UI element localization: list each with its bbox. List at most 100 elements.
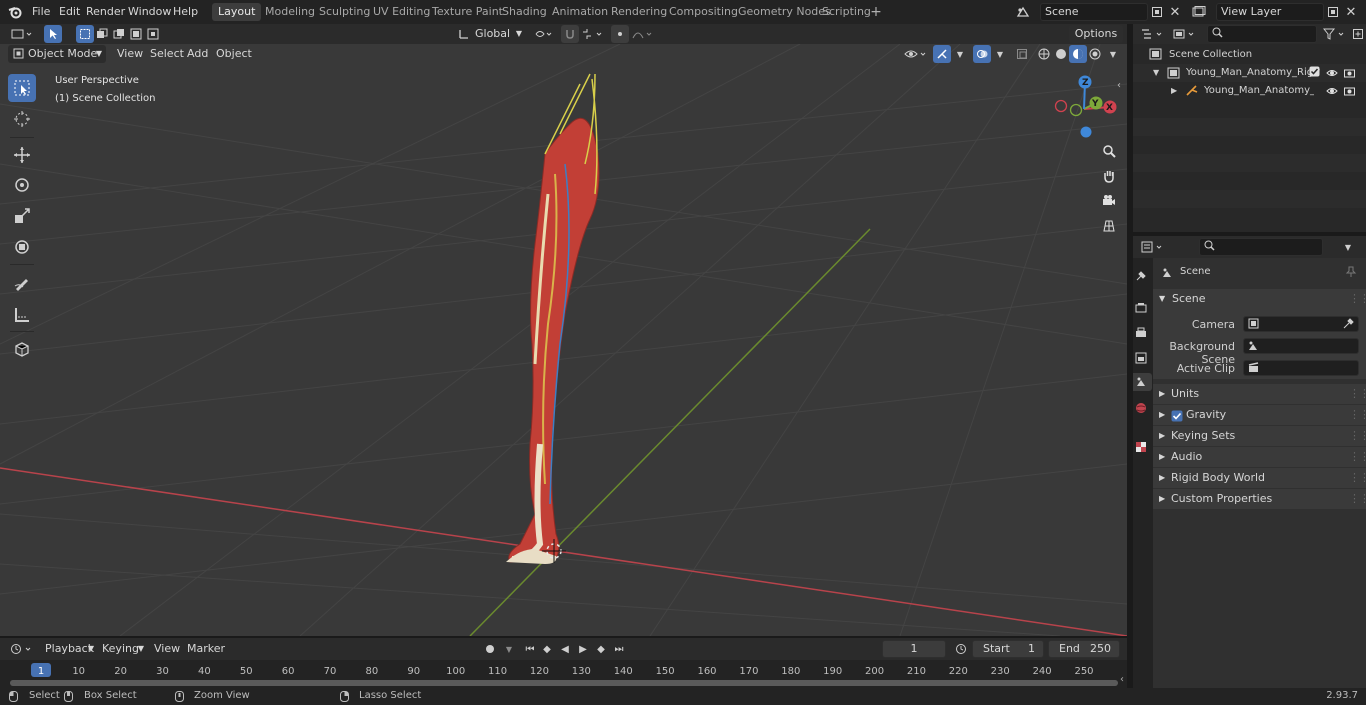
tool-select-box[interactable]	[8, 74, 36, 102]
timeline-menu-marker[interactable]: Marker	[184, 641, 228, 657]
tool-transform[interactable]	[8, 233, 36, 261]
timeline-scrollbar[interactable]	[10, 680, 1118, 686]
chevron-down-icon[interactable]: ▼	[1104, 45, 1122, 63]
outliner-row-scene-collection[interactable]: Scene Collection	[1133, 46, 1366, 64]
rigid-body-world-panel-header[interactable]: ▶ Rigid Body World ⋮⋮	[1153, 468, 1366, 488]
tab-modeling[interactable]: Modeling	[259, 3, 321, 21]
add-workspace-icon[interactable]: +	[867, 3, 885, 21]
camera-field[interactable]	[1243, 316, 1359, 332]
new-view-layer-icon[interactable]	[1324, 3, 1342, 21]
pin-icon[interactable]	[1345, 262, 1357, 285]
tool-rotate[interactable]	[8, 171, 36, 199]
show-gizmo-icon[interactable]	[933, 45, 951, 63]
tool-scale[interactable]	[8, 202, 36, 230]
drag-handle-icon[interactable]: ⋮⋮	[1349, 447, 1366, 467]
shading-material-icon[interactable]	[1069, 45, 1087, 63]
keying-menu[interactable]: Keying ▼	[98, 640, 146, 658]
active-clip-field[interactable]	[1243, 360, 1359, 376]
output-tab-icon[interactable]	[1132, 324, 1150, 342]
viewport-menu-view[interactable]: View	[114, 46, 146, 62]
tool-move[interactable]	[8, 141, 36, 169]
menu-edit[interactable]: Edit	[56, 4, 83, 20]
chevron-down-icon[interactable]: ▼	[1339, 238, 1357, 256]
editor-type-icon[interactable]	[8, 25, 36, 43]
snap-toggle-icon[interactable]	[561, 25, 579, 43]
outliner-row-armature[interactable]: ▶ Young_Man_Anatomy_Ri	[1133, 82, 1366, 100]
drag-handle-icon[interactable]: ⋮⋮	[1349, 468, 1366, 488]
delete-scene-icon[interactable]: ✕	[1166, 3, 1184, 21]
scene-name-field[interactable]: Scene	[1040, 3, 1148, 21]
properties-search-input[interactable]	[1199, 238, 1323, 256]
area-divider-horizontal[interactable]	[1133, 232, 1366, 236]
background-scene-field[interactable]	[1243, 338, 1359, 354]
chevron-down-icon[interactable]: ▼	[991, 45, 1009, 63]
outliner-search-input[interactable]	[1207, 25, 1317, 43]
menu-window[interactable]: Window	[125, 4, 174, 20]
tab-animation[interactable]: Animation	[546, 3, 614, 21]
sidebar-toggle-icon[interactable]: ‹	[1117, 80, 1121, 91]
shading-solid-icon[interactable]	[1052, 45, 1070, 63]
tool-annotate[interactable]	[8, 269, 36, 297]
properties-editor-type-icon[interactable]	[1139, 238, 1167, 256]
audio-panel-header[interactable]: ▶ Audio ⋮⋮	[1153, 447, 1366, 467]
custom-properties-panel-header[interactable]: ▶ Custom Properties ⋮⋮	[1153, 489, 1366, 509]
drag-handle-icon[interactable]: ⋮⋮	[1349, 489, 1366, 509]
timeline-ruler[interactable]: 1 10 20 30 40 50 60 70 80 90 100 110 120 130 140 150 160…	[0, 660, 1127, 688]
shading-rendered-icon[interactable]	[1086, 45, 1104, 63]
snap-target-icon[interactable]	[580, 25, 606, 43]
tool-add-cube[interactable]	[8, 335, 36, 363]
drag-handle-icon[interactable]: ⋮⋮	[1349, 405, 1366, 425]
jump-end-icon[interactable]: ⏭	[610, 640, 628, 658]
3d-viewport[interactable]: User Perspective (1) Scene Collection X …	[0, 44, 1127, 636]
outliner-editor-type-icon[interactable]	[1139, 25, 1167, 43]
keying-sets-panel-header[interactable]: ▶ Keying Sets ⋮⋮	[1153, 426, 1366, 446]
shading-wireframe-icon[interactable]	[1035, 45, 1053, 63]
view-layer-tab-icon[interactable]	[1132, 349, 1150, 367]
jump-start-icon[interactable]: ⏮	[521, 640, 539, 658]
filter-icon[interactable]	[1321, 25, 1349, 43]
pivot-point-icon[interactable]	[532, 25, 556, 43]
transform-orientation-dropdown[interactable]: Global ▼	[472, 25, 524, 43]
camera-render-icon[interactable]	[1344, 85, 1355, 103]
expand-arrow-down-icon[interactable]: ▼	[1153, 64, 1159, 82]
render-tab-icon[interactable]	[1132, 299, 1150, 317]
drag-handle-icon[interactable]: ⋮⋮	[1349, 426, 1366, 446]
proportional-edit-icon[interactable]	[611, 25, 629, 43]
viewport-menu-add[interactable]: Add	[184, 46, 211, 62]
view-layer-icon[interactable]	[1190, 3, 1208, 21]
eye-icon[interactable]	[1326, 85, 1338, 103]
world-tab-icon[interactable]	[1132, 399, 1150, 417]
texture-tab-icon[interactable]	[1132, 438, 1150, 456]
perspective-toggle-icon[interactable]	[1099, 216, 1119, 236]
object-mode-dropdown[interactable]: Object Mode ▼	[8, 45, 106, 63]
chevron-down-icon[interactable]: ▼	[500, 640, 518, 658]
viewport-menu-select[interactable]: Select	[147, 46, 187, 62]
pan-view-icon[interactable]	[1099, 166, 1119, 186]
tool-cursor[interactable]	[8, 105, 36, 133]
drag-handle-icon[interactable]: ⋮⋮	[1349, 384, 1366, 404]
end-frame-field[interactable]: End 250	[1048, 640, 1120, 658]
tab-layout[interactable]: Layout	[212, 3, 262, 21]
proportional-falloff-icon[interactable]	[630, 25, 656, 43]
eyedropper-icon[interactable]	[1343, 318, 1354, 332]
prev-keyframe-icon[interactable]: ◆	[538, 640, 556, 658]
camera-view-icon[interactable]	[1099, 191, 1119, 211]
delete-view-layer-icon[interactable]: ✕	[1342, 3, 1360, 21]
blender-logo-icon[interactable]	[6, 3, 24, 21]
chevron-down-icon[interactable]: ▼	[951, 45, 969, 63]
select-mode-intersect-icon[interactable]	[144, 25, 162, 43]
options-dropdown[interactable]: Options ▼	[1069, 25, 1123, 57]
xray-toggle-icon[interactable]	[1013, 45, 1031, 63]
gravity-panel-header[interactable]: ▶ Gravity ⋮⋮	[1153, 405, 1366, 425]
auto-keying-icon[interactable]	[481, 640, 499, 658]
timeline-collapse-icon[interactable]: ‹	[1120, 674, 1124, 685]
scene-selector-icon[interactable]	[1014, 3, 1032, 21]
show-overlays-icon[interactable]	[973, 45, 991, 63]
scene-tab-icon[interactable]	[1130, 373, 1152, 391]
next-keyframe-icon[interactable]: ◆	[592, 640, 610, 658]
menu-help[interactable]: Help	[170, 4, 201, 20]
start-frame-field[interactable]: Start 1	[972, 640, 1044, 658]
preview-range-icon[interactable]	[952, 640, 970, 658]
timeline-editor-type-icon[interactable]	[8, 640, 36, 658]
select-mode-extend-icon[interactable]	[93, 25, 111, 43]
